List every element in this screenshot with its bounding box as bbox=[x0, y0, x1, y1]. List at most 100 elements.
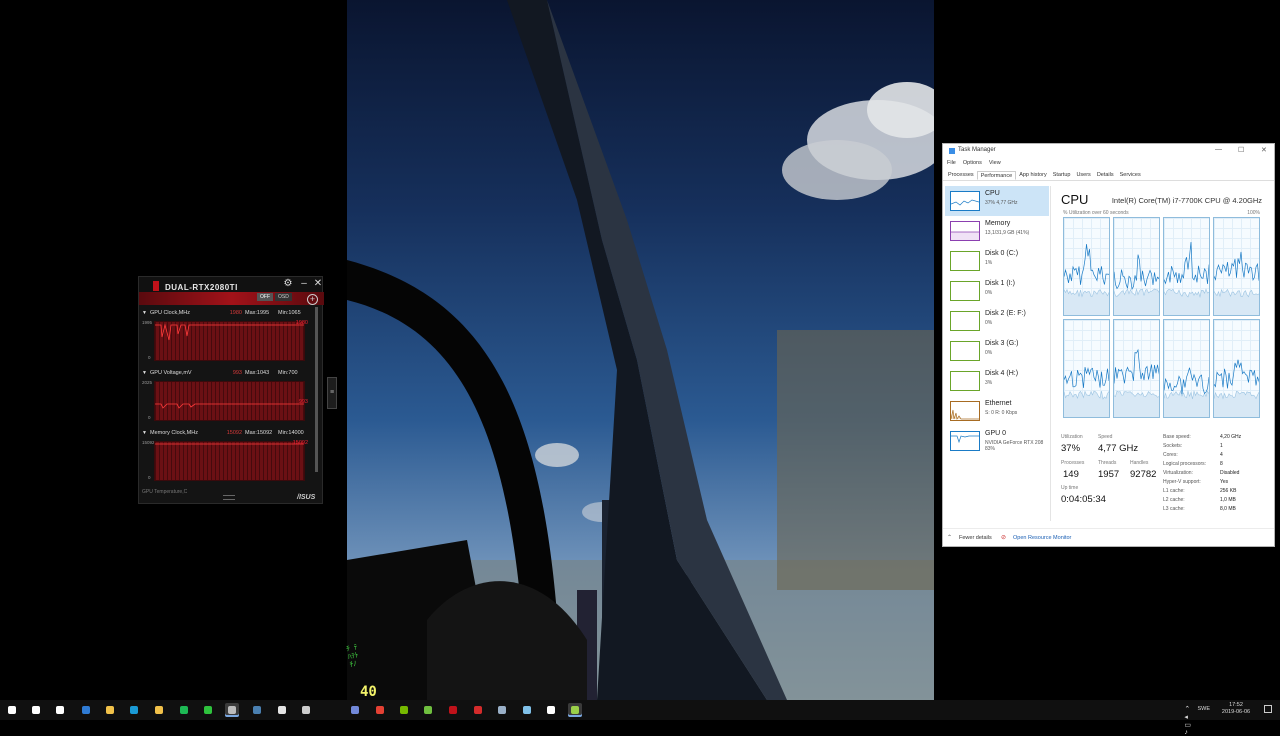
logical-processor-graph bbox=[1113, 217, 1160, 316]
collapse-arrow-icon[interactable]: ▼ bbox=[142, 310, 150, 316]
clock-time: 17:52 bbox=[1229, 702, 1243, 708]
task-view-icon[interactable] bbox=[53, 703, 67, 717]
graph-max-label: 100% bbox=[1247, 210, 1260, 216]
tab-startup[interactable]: Startup bbox=[1050, 171, 1074, 180]
menu-options[interactable]: Options bbox=[963, 160, 982, 166]
resource-ethernet[interactable]: Ethernet S: 0 R: 0 Kbps bbox=[945, 396, 1049, 426]
panel-divider[interactable] bbox=[1050, 186, 1051, 521]
rog-icon[interactable] bbox=[446, 703, 460, 717]
edge-icon[interactable] bbox=[79, 703, 93, 717]
notepad-icon[interactable] bbox=[421, 703, 435, 717]
search-icon[interactable] bbox=[29, 703, 43, 717]
maximize-icon[interactable]: ☐ bbox=[1238, 146, 1244, 154]
notification-icon[interactable] bbox=[1264, 705, 1272, 713]
fewer-details-link[interactable]: Fewer details bbox=[959, 535, 992, 541]
tab-processes[interactable]: Processes bbox=[945, 171, 977, 180]
resource-value: 0% bbox=[985, 320, 993, 326]
tray-icons[interactable]: ⌃ ◂ ▭ ♪ bbox=[1184, 705, 1194, 736]
app-icon[interactable] bbox=[127, 703, 141, 717]
task-view-icon-glyph bbox=[56, 706, 64, 714]
chrome-icon[interactable] bbox=[373, 703, 387, 717]
game-viewport[interactable] bbox=[347, 0, 934, 700]
osd-label[interactable]: OSD bbox=[275, 293, 292, 301]
discord-icon[interactable] bbox=[348, 703, 362, 717]
fps-counter: 40 bbox=[360, 684, 377, 700]
input-language[interactable]: SWE bbox=[1197, 706, 1210, 712]
chevron-up-icon[interactable]: ⌃ bbox=[947, 534, 952, 541]
terminal-icon[interactable] bbox=[299, 703, 313, 717]
detail-value: Disabled bbox=[1220, 470, 1240, 476]
disk-thumbnail bbox=[950, 311, 980, 331]
tab-performance[interactable]: Performance bbox=[976, 171, 1017, 180]
steam-icon[interactable] bbox=[250, 703, 264, 717]
detail-value: 1,0 MB bbox=[1220, 497, 1236, 503]
graph-current-label: 993 bbox=[298, 399, 308, 405]
resource-cpu[interactable]: CPU 37% 4,77 GHz bbox=[945, 186, 1049, 216]
minimize-button[interactable]: – bbox=[297, 277, 311, 291]
side-panel-handle[interactable]: ≡ bbox=[327, 377, 337, 409]
tab-services[interactable]: Services bbox=[1117, 171, 1144, 180]
resource-name: Ethernet bbox=[985, 400, 1012, 407]
monitor-current: 15092 bbox=[226, 430, 242, 436]
razer-icon[interactable] bbox=[201, 703, 215, 717]
add-monitor-button[interactable]: + bbox=[307, 294, 318, 305]
resource-disk-4[interactable]: Disk 4 (H:) 3% bbox=[945, 366, 1049, 396]
monitor-min: Min:14000 bbox=[278, 430, 304, 436]
nvidia-icon[interactable] bbox=[397, 703, 411, 717]
clock[interactable]: 17:52 2019-06-06 bbox=[1216, 702, 1256, 716]
collapse-arrow-icon[interactable]: ▼ bbox=[142, 430, 150, 436]
minimize-icon[interactable]: — bbox=[1215, 146, 1222, 153]
y-top: 1995 bbox=[142, 320, 153, 325]
window-icon[interactable] bbox=[544, 703, 558, 717]
close-icon[interactable]: ✕ bbox=[1261, 146, 1267, 154]
scrollbar[interactable] bbox=[315, 307, 318, 472]
osd-toggle[interactable]: OFF OSD bbox=[257, 293, 292, 301]
window-title: Task Manager bbox=[958, 147, 996, 153]
rog-logo-icon bbox=[153, 281, 159, 291]
monitor-current: 1980 bbox=[229, 310, 242, 316]
start-icon[interactable] bbox=[5, 703, 19, 717]
clock-date: 2019-06-06 bbox=[1221, 709, 1251, 715]
resource-disk-0[interactable]: Disk 0 (C:) 1% bbox=[945, 246, 1049, 276]
menu-view[interactable]: View bbox=[989, 160, 1001, 166]
task-manager-icon[interactable] bbox=[568, 703, 582, 717]
task-manager-window[interactable]: Task Manager — ☐ ✕ File Options View Pro… bbox=[942, 143, 1275, 547]
task-manager-titlebar[interactable]: Task Manager — ☐ ✕ bbox=[943, 144, 1274, 157]
gpu-tweak-window[interactable]: DUAL-RTX2080TI ⚙ – ✕ OFF OSD + ▼ GPU Clo… bbox=[138, 276, 324, 504]
asus-aura-icon-glyph bbox=[474, 706, 482, 714]
resource-disk-3[interactable]: Disk 3 (G:) 0% bbox=[945, 336, 1049, 366]
monitor-gpu-voltage: ▼ GPU Voltage,mV 993 Max:1043 Min:700 20… bbox=[142, 367, 312, 425]
resource-disk-2[interactable]: Disk 2 (E: F:) 0% bbox=[945, 306, 1049, 336]
open-resource-monitor-link[interactable]: Open Resource Monitor bbox=[1013, 535, 1071, 541]
menu-file[interactable]: File bbox=[947, 160, 956, 166]
gpu-tweak-icon[interactable] bbox=[225, 703, 239, 717]
handles-value: 92782 bbox=[1130, 469, 1157, 480]
spotify-icon[interactable] bbox=[177, 703, 191, 717]
resource-disk-1[interactable]: Disk 1 (I:) 0% bbox=[945, 276, 1049, 306]
file-explorer-icon[interactable] bbox=[103, 703, 117, 717]
tab-details[interactable]: Details bbox=[1094, 171, 1117, 180]
store-icon[interactable] bbox=[152, 703, 166, 717]
monitor-max: Max:1995 bbox=[245, 310, 270, 316]
file-icon[interactable] bbox=[520, 703, 534, 717]
resize-grip-icon[interactable] bbox=[223, 495, 235, 500]
osd-off-button[interactable]: OFF bbox=[257, 293, 273, 301]
spotify-icon-glyph bbox=[180, 706, 188, 714]
disk-thumbnail bbox=[950, 341, 980, 361]
resource-gpu-0[interactable]: GPU 0 NVIDIA GeForce RTX 208 83% bbox=[945, 426, 1049, 456]
tab-users[interactable]: Users bbox=[1073, 171, 1093, 180]
sim-icon[interactable] bbox=[495, 703, 509, 717]
file-explorer-icon-glyph bbox=[106, 706, 114, 714]
mail-icon[interactable] bbox=[275, 703, 289, 717]
tab-app-history[interactable]: App history bbox=[1016, 171, 1050, 180]
gpu-tweak-titlebar[interactable]: DUAL-RTX2080TI ⚙ – ✕ bbox=[139, 277, 322, 293]
resource-memory[interactable]: Memory 13,1/31,9 GB (41%) bbox=[945, 216, 1049, 246]
utilization-graph-label: % Utilization over 60 seconds bbox=[1063, 210, 1129, 216]
logical-processor-graph bbox=[1213, 217, 1260, 316]
logical-processor-graphs bbox=[1063, 217, 1263, 421]
asus-aura-icon[interactable] bbox=[471, 703, 485, 717]
detail-key: Virtualization: bbox=[1163, 470, 1193, 476]
settings-gear-icon[interactable]: ⚙ bbox=[281, 277, 295, 291]
close-button[interactable]: ✕ bbox=[311, 277, 325, 291]
collapse-arrow-icon[interactable]: ▼ bbox=[142, 370, 150, 376]
